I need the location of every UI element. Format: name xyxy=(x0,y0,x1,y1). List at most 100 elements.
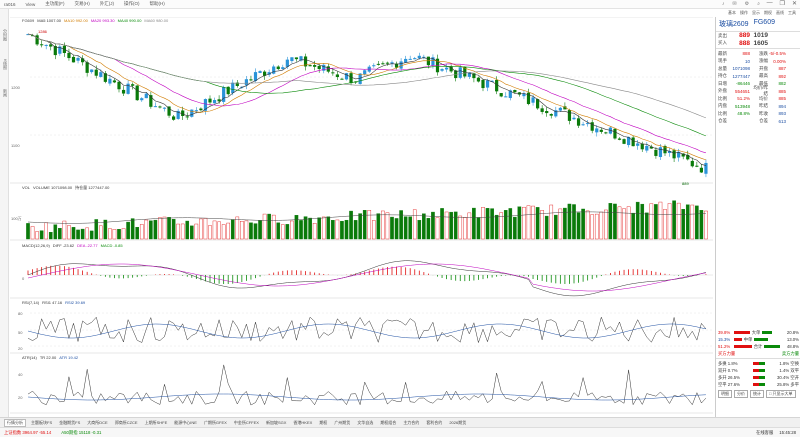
bottom-tab[interactable]: 广州期货 xyxy=(332,420,352,426)
volume-bar xyxy=(294,215,299,240)
candle-body xyxy=(272,66,276,74)
candle-body xyxy=(208,98,212,103)
candle-body xyxy=(112,80,117,83)
quote-cell: 涨幅 xyxy=(759,58,768,64)
volume-bar xyxy=(426,218,431,240)
bottom-tab[interactable]: 郑商所CZCE xyxy=(113,420,140,426)
y-tick: 20 xyxy=(18,395,23,400)
volume-bar xyxy=(285,224,290,240)
toolbar-option[interactable]: 期权 xyxy=(764,10,772,16)
volume-bar xyxy=(262,213,267,240)
y-tick: 20 xyxy=(18,346,23,351)
tab-detail[interactable]: 明细 xyxy=(718,390,732,398)
support-link[interactable]: 在线客服 xyxy=(756,430,773,436)
candle-body xyxy=(153,106,157,108)
y-tick: 1200 xyxy=(11,85,20,90)
bottom-tab[interactable]: 2026期货 xyxy=(447,420,468,426)
bottom-tab[interactable]: 主题板块FS xyxy=(29,420,54,426)
large-order-checkbox[interactable]: □ 只显示大单 xyxy=(766,390,796,398)
volume-bar xyxy=(203,218,208,240)
buy-bar xyxy=(734,338,742,341)
volume-bar xyxy=(663,209,667,240)
sidebar-item-timeshare[interactable]: 分时图 xyxy=(1,29,8,41)
bottom-tab[interactable]: 香港HKEX xyxy=(291,420,314,426)
menu-item-main[interactable]: 主功能(F) xyxy=(45,1,64,7)
bottom-tab[interactable]: 上期所SHFE xyxy=(143,420,170,426)
a50-index[interactable]: A50期指 15118 -0.31 xyxy=(61,430,101,436)
toolbar-basic[interactable]: 基本 xyxy=(728,10,736,16)
candle-body xyxy=(495,79,499,92)
bottom-tab[interactable]: 期权 xyxy=(317,420,329,426)
volume-bar xyxy=(435,217,440,240)
bottom-tab[interactable]: 套利合约 xyxy=(424,420,444,426)
candle-body xyxy=(140,98,144,101)
y-tick: 50 xyxy=(18,330,23,335)
bottom-tab[interactable]: 能源中心INE xyxy=(172,420,199,426)
volume-bar xyxy=(281,224,285,240)
oi-value: 持仓量 1277447.00 xyxy=(75,185,110,190)
menu-item-view[interactable]: View xyxy=(26,2,36,7)
volume-bar xyxy=(235,216,240,240)
volume-bar xyxy=(212,220,217,240)
sidebar-item-kline[interactable]: K线图 xyxy=(1,59,8,70)
menu-item-operate[interactable]: 操作(O) xyxy=(124,1,140,7)
quote-panel: 玻璃2609 FG609 卖出 889 1019 买入 888 1605 最新 888 涨跌 -5… xyxy=(715,17,800,417)
bottom-tab[interactable]: 大商所DCE xyxy=(85,420,109,426)
volume-bar xyxy=(590,214,594,240)
bottom-tab[interactable]: 行情分析 xyxy=(4,418,26,427)
volume-bar xyxy=(258,220,262,240)
toolbar-display[interactable]: 显示 xyxy=(752,10,760,16)
bell-icon[interactable]: ♪ xyxy=(722,1,725,7)
mail-icon[interactable]: ✉ xyxy=(733,1,737,7)
toolbar-operate[interactable]: 操作 xyxy=(740,10,748,16)
flow-row: 双开 0.7% 1.4% 双平 xyxy=(716,367,800,374)
bottom-tab[interactable]: 中金所CFFEX xyxy=(232,420,261,426)
sh-index[interactable]: 上证指数 3964.97 -55.14 xyxy=(4,430,51,436)
volume-bar xyxy=(422,213,426,240)
menu-item-help[interactable]: 帮助(H) xyxy=(149,1,164,7)
menu-item-forex[interactable]: 外汇(J) xyxy=(100,1,114,7)
candle-body xyxy=(158,106,162,108)
kline-chart[interactable] xyxy=(10,17,713,417)
quote-table: 卖出 889 1019 买入 888 1605 最新 888 涨跌 -5/-0.5% 现手 10 涨幅 0… xyxy=(716,32,800,125)
quote-cell: 1605 xyxy=(753,39,768,47)
quote-cell: 887 xyxy=(778,66,786,72)
candle-body xyxy=(85,62,89,73)
candle-body xyxy=(654,149,658,156)
menu-item-trade[interactable]: 交易(H) xyxy=(74,1,89,7)
tab-price[interactable]: 分价 xyxy=(734,390,748,398)
candle-body xyxy=(658,147,663,158)
menu-item-app[interactable]: ra016 xyxy=(4,2,16,7)
bottom-tab[interactable]: 期权组合 xyxy=(378,420,398,426)
bottom-tab[interactable]: 新加坡SGX xyxy=(264,420,288,426)
flow-left: 多换 1.8% xyxy=(718,360,738,366)
sidebar-item-news[interactable]: 新闻 xyxy=(1,89,8,97)
volume-bar xyxy=(26,223,30,240)
candle-body xyxy=(313,65,317,67)
toolbar-draw[interactable]: 画线 xyxy=(776,10,784,16)
bottom-tab[interactable]: 主力合约 xyxy=(401,420,421,426)
sell-bar xyxy=(754,338,768,341)
quote-cell: 卖出 xyxy=(718,32,727,38)
settings-icon[interactable]: ⚙ xyxy=(745,1,749,7)
toolbar-tools[interactable]: 工具 xyxy=(788,10,796,16)
volume-bar xyxy=(513,216,517,240)
bottom-tab[interactable]: 广期所GFEX xyxy=(202,420,229,426)
y-tick: 80 xyxy=(18,311,23,316)
quote-row: 仓差 仓差 613 xyxy=(716,118,800,126)
y-tick: 100万 xyxy=(11,216,22,221)
quote-row: 比例 51.2% 均价 885 xyxy=(716,95,800,103)
bottom-tab[interactable]: 金融期货FS xyxy=(57,420,82,426)
search-icon[interactable]: ⌕ xyxy=(757,1,760,7)
tab-stats[interactable]: 统计 xyxy=(750,390,764,398)
y-tick: 1100 xyxy=(11,143,20,148)
volume-bar xyxy=(604,209,608,240)
maximize-button[interactable]: ❐ xyxy=(780,0,785,7)
close-button[interactable]: ✕ xyxy=(792,0,797,7)
minimize-button[interactable]: — xyxy=(767,0,773,7)
volume-value: VOLUME 1071098.00 xyxy=(33,185,73,190)
chart-area[interactable]: FG609 MA5 1007.00 MA10 992.00 MA20 993.3… xyxy=(10,17,713,435)
bottom-tab[interactable]: 文华自选 xyxy=(355,420,375,426)
candle-body xyxy=(540,108,544,112)
candle-body xyxy=(222,87,226,102)
